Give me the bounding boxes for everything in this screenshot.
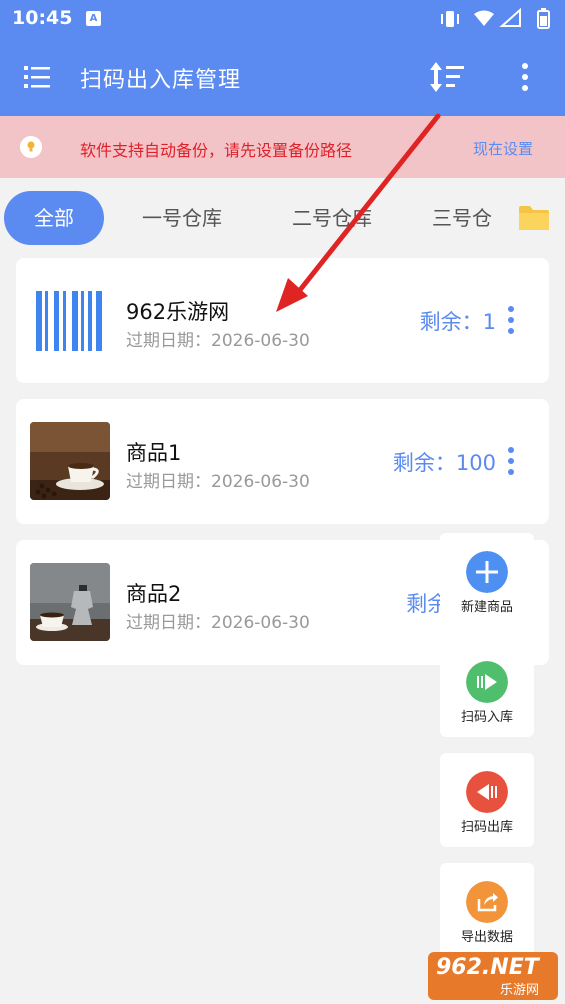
- fab-label: 扫码出库: [460, 820, 513, 835]
- list-item[interactable]: 商品1 过期日期：2026-06-30 剩余：100: [16, 399, 549, 524]
- backup-banner: 软件支持自动备份，请先设置备份路径 现在设置: [0, 116, 565, 178]
- more-vert-icon[interactable]: [504, 305, 518, 335]
- menu-icon[interactable]: [24, 64, 52, 90]
- status-bar: 10:45 A: [0, 0, 565, 38]
- plus-icon: [466, 551, 508, 593]
- tab-warehouse-3[interactable]: 三号仓: [432, 191, 512, 245]
- item-name: 962乐游网: [126, 300, 230, 324]
- app-bar: 扫码出入库管理: [0, 38, 565, 116]
- folder-icon[interactable]: [518, 204, 550, 232]
- status-time: 10:45: [12, 7, 73, 29]
- item-expiry: 过期日期：2026-06-30: [126, 613, 310, 633]
- status-icons: [441, 8, 550, 29]
- wifi-icon: [474, 10, 494, 26]
- fab-label: 新建商品: [460, 600, 513, 615]
- item-name: 商品2: [126, 582, 182, 606]
- tab-warehouse-2[interactable]: 二号仓库: [282, 191, 382, 245]
- tab-warehouse-1[interactable]: 一号仓库: [132, 191, 232, 245]
- item-stock: 剩余：1: [419, 310, 496, 334]
- new-item-button[interactable]: 新建商品: [440, 533, 534, 627]
- scan-out-icon: [466, 771, 508, 813]
- scan-in-icon: [466, 661, 508, 703]
- page-title: 扫码出入库管理: [80, 68, 242, 93]
- more-vert-icon[interactable]: [504, 446, 518, 476]
- scan-out-button[interactable]: 扫码出库: [440, 753, 534, 847]
- export-data-button[interactable]: 导出数据: [440, 863, 534, 957]
- watermark-logo: 962.NET 乐游网: [428, 952, 558, 1000]
- notification-icon: A: [86, 11, 101, 26]
- banner-message: 软件支持自动备份，请先设置备份路径: [80, 141, 353, 160]
- warehouse-tabs: 全部 一号仓库 二号仓库 三号仓: [0, 188, 565, 248]
- fab-label: 扫码入库: [460, 710, 513, 725]
- item-name: 商品1: [126, 441, 182, 465]
- watermark-main: 962.NET: [436, 955, 539, 980]
- tab-all[interactable]: 全部: [4, 191, 104, 245]
- lightbulb-icon: [20, 136, 42, 158]
- scan-in-button[interactable]: 扫码入库: [440, 643, 534, 737]
- barcode-icon: [30, 281, 110, 359]
- sort-icon[interactable]: [428, 60, 466, 94]
- battery-icon: [537, 8, 550, 29]
- coffee-pot-image: [30, 563, 110, 641]
- share-icon: [466, 881, 508, 923]
- fab-label: 导出数据: [460, 930, 513, 945]
- more-vert-icon[interactable]: [515, 62, 535, 92]
- vibrate-icon: [441, 11, 459, 27]
- signal-icon: [499, 8, 521, 27]
- item-expiry: 过期日期：2026-06-30: [126, 331, 310, 351]
- watermark-sub: 乐游网: [500, 983, 540, 998]
- coffee-cup-image: [30, 422, 110, 500]
- list-item[interactable]: 962乐游网 过期日期：2026-06-30 剩余：1: [16, 258, 549, 383]
- item-expiry: 过期日期：2026-06-30: [126, 472, 310, 492]
- set-now-link[interactable]: 现在设置: [473, 138, 533, 159]
- item-stock: 剩余：100: [392, 451, 496, 475]
